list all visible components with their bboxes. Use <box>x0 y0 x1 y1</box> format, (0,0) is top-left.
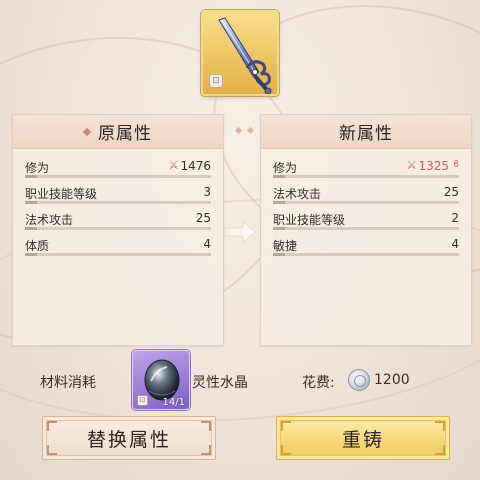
attribute-value: 25 <box>195 211 211 225</box>
attribute-divider <box>25 201 211 204</box>
attribute-row: 体质 4 <box>25 233 211 259</box>
corner-ornament <box>281 445 291 455</box>
attribute-value: 25 <box>443 185 459 199</box>
panel-title: 原属性 <box>98 124 152 144</box>
attribute-divider <box>273 201 459 204</box>
lock-icon: ⊡ <box>209 74 223 88</box>
crossed-swords-icon: ⚔ <box>406 158 417 172</box>
corner-ornament <box>435 421 445 431</box>
attribute-divider <box>25 227 211 230</box>
attribute-row: 职业技能等级 2 <box>273 207 459 233</box>
panel-title: 新属性 <box>339 124 393 144</box>
silver-coin-icon <box>348 369 370 391</box>
panel-header: 原属性 <box>13 115 223 149</box>
crossed-swords-icon: ⚔ <box>168 158 179 172</box>
cost-label: 花费: <box>302 375 335 391</box>
diamond-icon <box>82 127 92 136</box>
arrow-right-icon <box>224 221 256 243</box>
material-slot[interactable]: ⊡ 14/1 <box>132 350 190 410</box>
recast-button-label: 重铸 <box>341 428 384 451</box>
new-attributes-panel: 新属性 修为 ⚔ 1325 ϐ 法术攻击 25 职业技能等级 2 敏捷 4 <box>260 114 472 346</box>
attribute-row: 修为 ⚔ 1325 ϐ <box>273 155 459 181</box>
attribute-row: 法术攻击 25 <box>25 207 211 233</box>
attribute-name: 敏捷 <box>273 239 298 253</box>
corner-ornament <box>47 421 57 431</box>
equipment-slot[interactable]: ⊡ <box>201 10 279 96</box>
attribute-divider <box>25 175 211 178</box>
decor-dot <box>234 126 243 135</box>
lock-icon: ⊡ <box>137 395 148 406</box>
panel-header: 新属性 <box>261 115 471 149</box>
attribute-row: 修为 ⚔ 1476 <box>25 155 211 181</box>
attribute-value: 3 <box>203 185 211 199</box>
corner-ornament <box>435 445 445 455</box>
attribute-divider <box>273 227 459 230</box>
attribute-value: 2 <box>451 211 459 225</box>
attribute-row: 敏捷 4 <box>273 233 459 259</box>
replace-attributes-button[interactable]: 替换属性 <box>42 416 216 460</box>
attribute-name: 体质 <box>25 239 50 253</box>
attribute-name: 修为 <box>273 161 298 175</box>
attribute-row: 职业技能等级 3 <box>25 181 211 207</box>
corner-ornament <box>281 421 291 431</box>
attribute-name: 职业技能等级 <box>25 187 98 201</box>
recast-button[interactable]: 重铸 <box>276 416 450 460</box>
attribute-divider <box>273 253 459 256</box>
attribute-name: 修为 <box>25 161 50 175</box>
attribute-row: 法术攻击 25 <box>273 181 459 207</box>
attribute-value: 4 <box>203 237 211 251</box>
replace-button-label: 替换属性 <box>86 428 171 451</box>
corner-ornament <box>201 421 211 431</box>
attribute-name: 职业技能等级 <box>273 213 346 227</box>
material-name: 灵性水晶 <box>192 375 248 391</box>
decrease-icon: ϐ <box>453 160 459 170</box>
corner-ornament <box>47 445 57 455</box>
attribute-divider <box>25 253 211 256</box>
original-attributes-panel: 原属性 修为 ⚔ 1476 职业技能等级 3 法术攻击 25 体质 4 <box>12 114 224 346</box>
cost-value: 1200 <box>374 372 410 388</box>
attribute-name: 法术攻击 <box>25 213 74 227</box>
attribute-value: 4 <box>451 237 459 251</box>
material-count: 14/1 <box>162 397 185 408</box>
attribute-name: 法术攻击 <box>273 187 322 201</box>
attribute-value: 1325 <box>418 159 449 173</box>
corner-ornament <box>201 445 211 455</box>
material-cost-label: 材料消耗 <box>40 375 96 391</box>
decor-dot <box>246 126 255 135</box>
attribute-value: 1476 <box>180 159 211 173</box>
attribute-divider <box>273 175 459 178</box>
